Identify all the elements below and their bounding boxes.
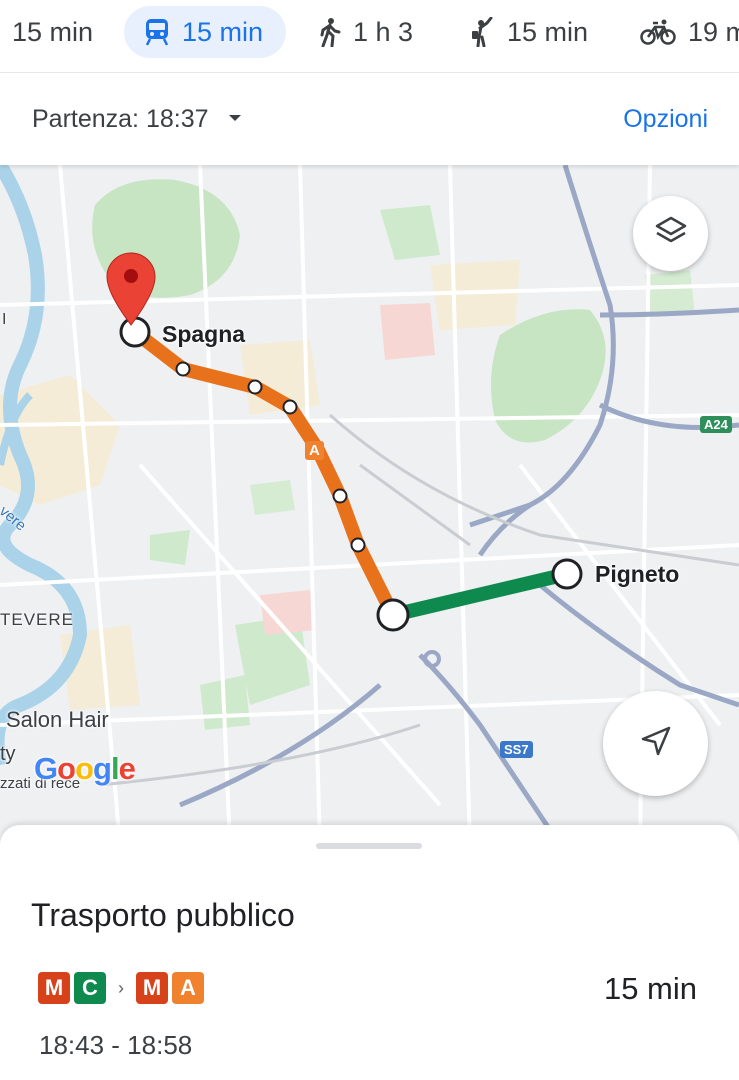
departure-row: Partenza: 18:37 Opzioni (0, 73, 739, 165)
poi-fragment-ty: ty (0, 743, 16, 765)
metro-badge-m: M (38, 972, 70, 1004)
route-duration: 15 min (603, 971, 697, 1006)
google-logo: Google (34, 751, 136, 786)
mode-tab-transit[interactable]: 15 min (124, 6, 286, 58)
my-location-button[interactable] (603, 691, 708, 796)
chevron-right-icon: › (118, 977, 124, 998)
map-view[interactable]: Spagna Pigneto A A24 SS7 TEVERE vere Sal… (0, 165, 739, 845)
mode-tab-ride-hail-label: 15 min (507, 16, 589, 47)
destination-station-label[interactable]: Pigneto (595, 561, 679, 588)
mode-tab-transit-label: 15 min (182, 16, 264, 47)
mode-tab-walk[interactable]: 1 h 3 (319, 6, 413, 58)
metro-c-route (386, 567, 574, 622)
poi-label-salon-hair[interactable]: Salon Hair (6, 707, 109, 733)
mode-tab-ride-hail[interactable]: 15 min (469, 6, 588, 58)
origin-stop (119, 316, 151, 348)
route-times: 18:43 - 18:58 (39, 1030, 193, 1060)
map-fragment-i: I (2, 311, 7, 328)
destination-stop (551, 558, 583, 590)
caret-down-icon[interactable] (229, 115, 241, 121)
layers-icon (654, 214, 688, 253)
navigation-arrow-icon (639, 724, 673, 763)
mode-tab-bike[interactable]: 19 m (640, 6, 739, 58)
line-badge-a: A (172, 972, 204, 1004)
line-badge-c: C (74, 972, 106, 1004)
road-shield-a24: A24 (700, 416, 732, 433)
mode-tab-walk-label: 1 h 3 (353, 16, 414, 47)
road-shield-ss7: SS7 (500, 741, 533, 758)
origin-pin (106, 252, 156, 326)
bike-icon (640, 19, 676, 45)
mode-tab-bike-label: 19 m (688, 16, 739, 47)
departure-time-selector[interactable]: Partenza: 18:37 (32, 105, 209, 134)
options-button[interactable]: Opzioni (623, 105, 708, 134)
transfer-stop (376, 598, 410, 632)
travel-mode-bar: 15 min 15 min 1 h 3 15 min 19 (0, 0, 739, 73)
walk-icon (319, 17, 341, 47)
map-layers-button[interactable] (633, 196, 708, 271)
route-line-badges: M C › M A (38, 972, 208, 1004)
sheet-title: Trasporto pubblico (31, 897, 295, 933)
mode-tab-drive-label: 15 min (12, 16, 94, 47)
mode-tab-drive[interactable]: 15 min (12, 6, 93, 58)
ride-hail-icon (469, 17, 495, 47)
sheet-drag-handle[interactable] (316, 843, 422, 849)
route-details-sheet[interactable]: Trasporto pubblico M C › M A 15 min 18:4… (0, 825, 739, 1080)
metro-badge-m: M (136, 972, 168, 1004)
area-label-tevere: TEVERE (0, 610, 75, 629)
origin-station-label[interactable]: Spagna (162, 321, 245, 348)
train-icon (144, 18, 170, 46)
metro-a-line-badge: A (305, 441, 324, 460)
